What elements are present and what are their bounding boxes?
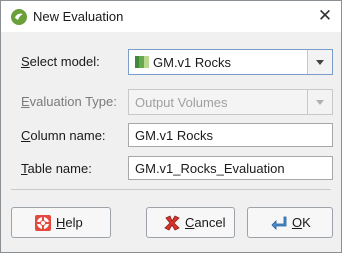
help-button[interactable]: Help — [11, 207, 111, 238]
ok-button[interactable]: OK — [247, 207, 333, 238]
geological-model-icon — [135, 56, 149, 68]
evaluation-type-dropdown-button[interactable] — [307, 90, 332, 114]
ok-button-label: OK — [292, 215, 311, 230]
cancel-button-label: Cancel — [185, 215, 226, 230]
button-separator — [11, 189, 331, 190]
column-name-label: Column name: — [21, 128, 106, 143]
close-icon[interactable]: ✕ — [315, 6, 335, 26]
title-bar: New Evaluation ✕ — [1, 1, 341, 32]
enter-arrow-icon — [271, 216, 287, 230]
app-logo-icon — [11, 9, 27, 25]
lifebuoy-icon — [35, 215, 51, 231]
evaluation-type-label: Evaluation Type: — [21, 94, 117, 109]
chevron-down-icon — [316, 60, 324, 65]
evaluation-type-combobox[interactable]: Output Volumes — [128, 89, 333, 115]
column-name-field[interactable]: GM.v1 Rocks — [128, 123, 333, 147]
window-title: New Evaluation — [33, 9, 124, 24]
evaluation-type-value: Output Volumes — [135, 95, 228, 110]
cancel-button[interactable]: Cancel — [146, 207, 235, 238]
chevron-down-icon — [316, 100, 324, 105]
new-evaluation-dialog: New Evaluation ✕ Select model: GM.v1 Roc… — [0, 0, 342, 253]
select-model-combobox[interactable]: GM.v1 Rocks — [128, 49, 333, 75]
red-x-icon — [164, 215, 180, 231]
table-name-label: Table name: — [21, 161, 92, 176]
select-model-dropdown-button[interactable] — [307, 50, 332, 74]
help-button-label: Help — [56, 215, 83, 230]
select-model-label: Select model: — [21, 54, 100, 69]
select-model-value: GM.v1 Rocks — [153, 55, 232, 70]
table-name-field[interactable]: GM.v1_Rocks_Evaluation — [128, 156, 333, 180]
